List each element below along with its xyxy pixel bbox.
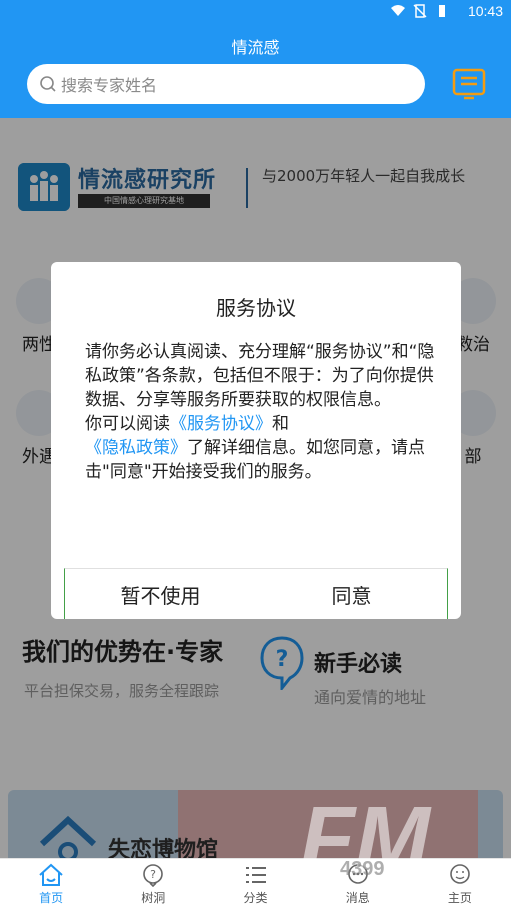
question-bubble-icon: ? (143, 864, 164, 887)
search-icon (40, 76, 56, 92)
watermark-number: 4399 (340, 858, 385, 880)
dialog-body: 请你务必认真阅读、充分理解“服务协议”和“隐私政策”各条款，包括但不限于：为了向… (85, 340, 435, 484)
dialog-actions: 暂不使用 同意 (64, 568, 448, 619)
dialog-title: 服务协议 (216, 296, 296, 320)
nav-label: 首页 (39, 891, 64, 905)
status-bar: 10:43 (0, 0, 511, 24)
status-icons (391, 4, 449, 18)
search-placeholder: 搜索专家姓名 (61, 76, 158, 95)
service-agreement-dialog: 服务协议 请你务必认真阅读、充分理解“服务协议”和“隐私政策”各条款，包括但不限… (51, 262, 461, 619)
dialog-text: 你可以阅读 (85, 414, 170, 434)
svg-text:?: ? (150, 868, 156, 881)
message-list-icon[interactable] (452, 68, 486, 100)
app-title: 情流感 (231, 38, 280, 57)
nav-category[interactable]: 分类 (204, 859, 306, 910)
nav-home[interactable]: 首页 (0, 859, 102, 910)
battery-icon (439, 5, 445, 17)
dialog-paragraph: 请你务必认真阅读、充分理解“服务协议”和“隐私政策”各条款，包括但不限于：为了向… (85, 342, 435, 410)
watermark: FM 4399 (300, 788, 500, 898)
service-agreement-link[interactable]: 《服务协议》 (170, 414, 272, 434)
status-time: 10:43 (467, 3, 503, 19)
decline-button[interactable]: 暂不使用 (65, 569, 256, 619)
agree-button[interactable]: 同意 (256, 569, 447, 619)
wifi-icon (391, 5, 405, 16)
search-input[interactable]: 搜索专家姓名 (27, 64, 425, 104)
sim-off-icon (413, 4, 427, 18)
home-icon (39, 863, 63, 886)
app-header: 情流感 搜索专家姓名 (0, 24, 511, 118)
nav-label: 分类 (243, 891, 268, 905)
nav-treehole[interactable]: ? 树洞 (102, 859, 204, 910)
nav-label: 树洞 (141, 891, 166, 905)
list-icon (245, 867, 266, 883)
dialog-paragraph-links: 你可以阅读《服务协议》和 《隐私政策》了解详细信息。如您同意，请点击"同意"开始接… (85, 412, 435, 484)
privacy-policy-link[interactable]: 《隐私政策》 (85, 438, 187, 458)
dialog-text: 和 (272, 414, 289, 434)
